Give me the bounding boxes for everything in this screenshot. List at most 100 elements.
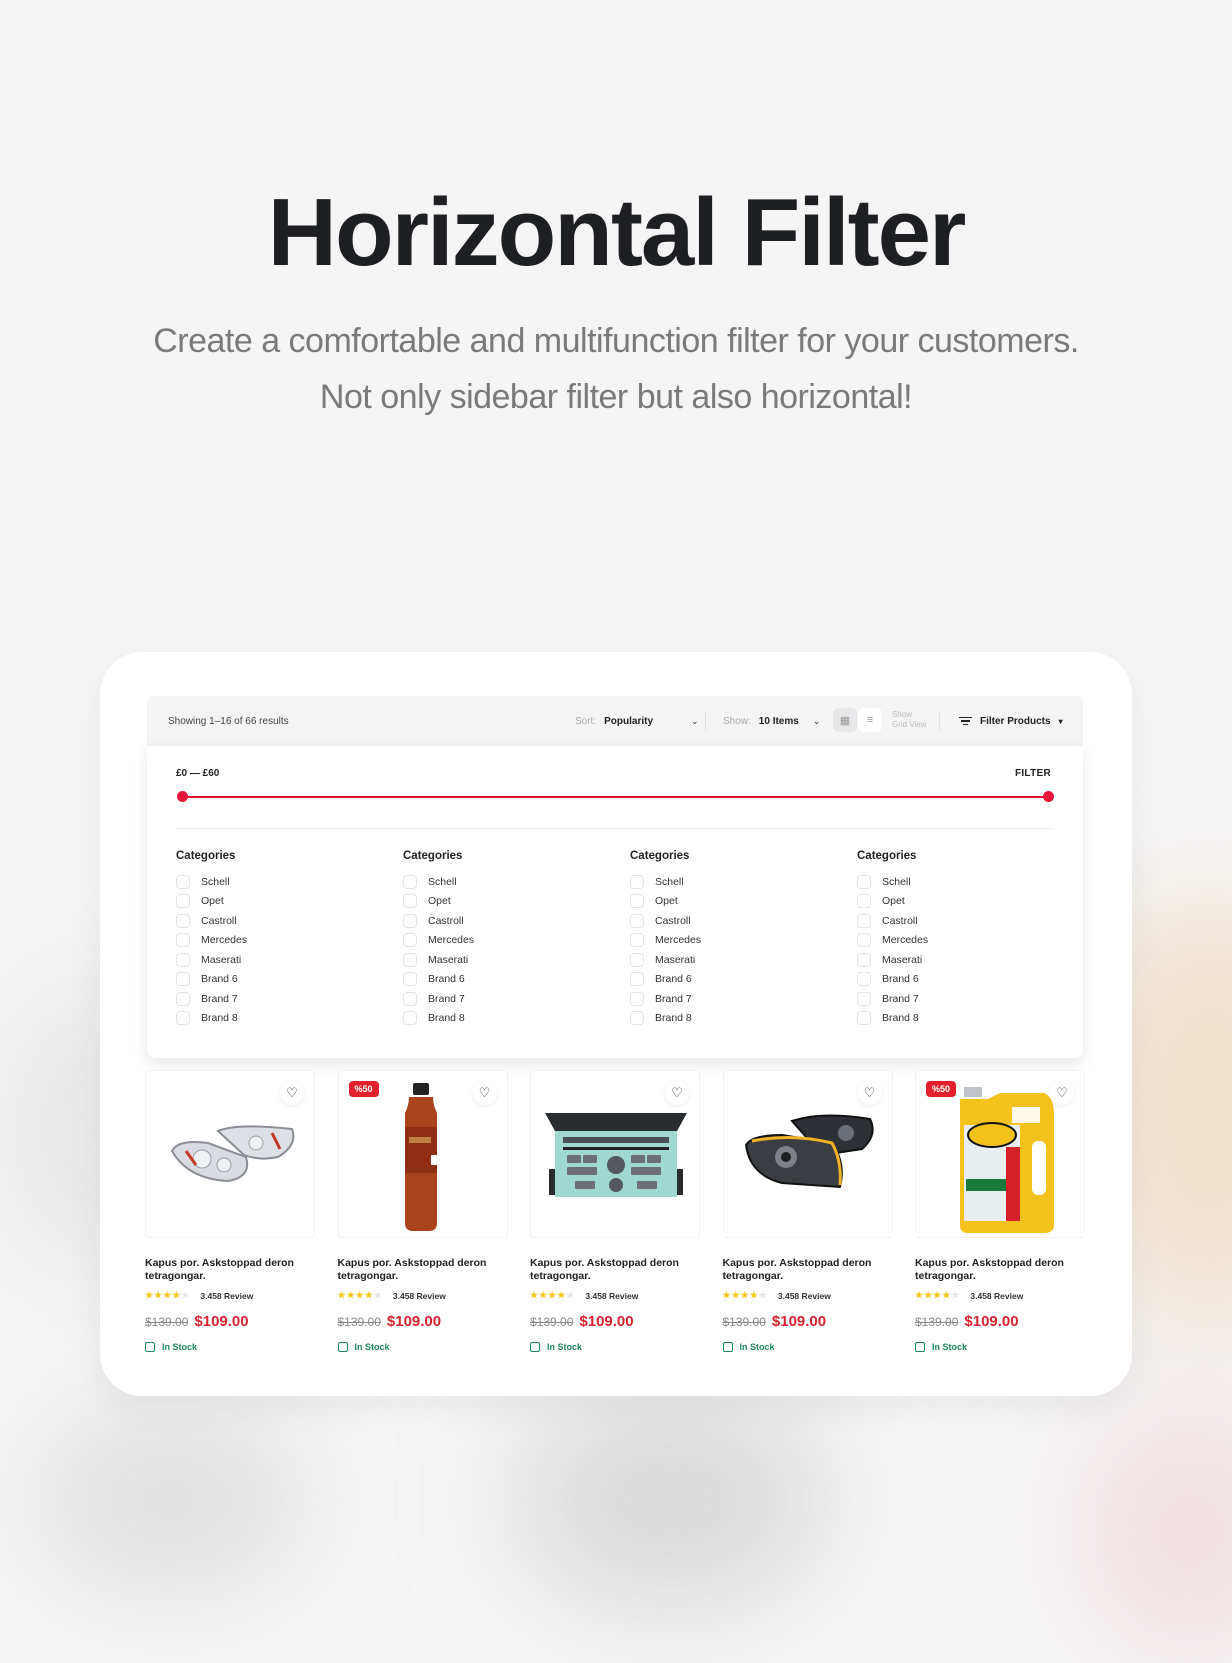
checkbox[interactable] — [176, 972, 190, 987]
checkbox[interactable] — [176, 1011, 190, 1026]
category-option[interactable]: Schell — [176, 872, 376, 892]
price-slider-min-handle[interactable] — [177, 791, 188, 802]
product-card[interactable]: %50 ♡ Kapus por. Askstoppad deron tetrag… — [337, 1070, 508, 1352]
checkbox[interactable] — [630, 894, 644, 909]
category-option[interactable]: Castroll — [857, 911, 1057, 931]
list-view-button[interactable]: ≡ — [858, 708, 882, 732]
product-image[interactable]: ♡ — [530, 1070, 700, 1238]
category-option[interactable]: Mercedes — [857, 931, 1057, 951]
wishlist-button[interactable]: ♡ — [472, 1081, 497, 1105]
product-rating: ★★★★★ 3.458 Review — [145, 1290, 315, 1301]
price-slider-max-handle[interactable] — [1043, 791, 1054, 802]
checkbox[interactable] — [857, 991, 871, 1006]
checkbox[interactable] — [176, 894, 190, 909]
wishlist-button[interactable]: ♡ — [1050, 1081, 1074, 1105]
checkbox[interactable] — [176, 952, 190, 967]
sort-select[interactable]: Sort: Popularity ⌄ — [575, 716, 699, 727]
category-option[interactable]: Brand 8 — [857, 1009, 1057, 1029]
show-value: 10 Items — [758, 715, 799, 727]
checkbox[interactable] — [857, 933, 871, 948]
filter-button[interactable]: FILTER — [1015, 768, 1051, 779]
category-option[interactable]: Brand 7 — [176, 989, 376, 1009]
checkbox[interactable] — [857, 874, 871, 889]
checkbox[interactable] — [857, 1011, 871, 1026]
price-slider-track[interactable] — [182, 796, 1048, 798]
product-image[interactable]: ♡ — [145, 1070, 315, 1238]
show-count-select[interactable]: Show: 10 Items ⌄ — [723, 716, 820, 727]
checkbox[interactable] — [630, 952, 644, 967]
product-image[interactable]: %50 ♡ — [915, 1070, 1085, 1238]
checkbox[interactable] — [630, 1011, 644, 1026]
grid-view-button[interactable]: ▦ — [833, 708, 857, 732]
category-option[interactable]: Brand 7 — [630, 989, 830, 1009]
category-option[interactable]: Brand 7 — [857, 989, 1057, 1009]
category-option[interactable]: Opet — [176, 892, 376, 912]
checkbox[interactable] — [403, 933, 417, 948]
category-option[interactable]: Schell — [630, 872, 830, 892]
product-card[interactable]: %50 ♡ Kapus por. Askstoppad deron tetrag… — [915, 1070, 1085, 1352]
category-option[interactable]: Maserati — [630, 950, 830, 970]
category-option[interactable]: Maserati — [857, 950, 1057, 970]
category-option[interactable]: Maserati — [176, 950, 376, 970]
category-option[interactable]: Brand 6 — [857, 970, 1057, 990]
checkbox[interactable] — [403, 991, 417, 1006]
checkbox[interactable] — [176, 991, 190, 1006]
category-option[interactable]: Mercedes — [630, 931, 830, 951]
product-card[interactable]: ♡ Kapus por. Askstoppad deron tetragonga… — [530, 1070, 700, 1352]
checkbox[interactable] — [176, 933, 190, 948]
product-image[interactable]: ♡ — [722, 1070, 893, 1238]
product-card[interactable]: ♡ Kapus por. Askstoppad deron tetragonga… — [145, 1070, 315, 1352]
checkbox[interactable] — [630, 913, 644, 928]
category-option-label: Brand 7 — [201, 992, 238, 1005]
wishlist-button[interactable]: ♡ — [857, 1081, 882, 1105]
checkbox[interactable] — [403, 894, 417, 909]
checkbox[interactable] — [857, 972, 871, 987]
category-option-label: Brand 8 — [201, 1012, 238, 1025]
checkbox[interactable] — [403, 913, 417, 928]
category-option[interactable]: Castroll — [630, 911, 830, 931]
category-option[interactable]: Mercedes — [176, 931, 376, 951]
checkbox[interactable] — [630, 991, 644, 1006]
filter-products-button[interactable]: Filter Products ▾ — [959, 715, 1063, 728]
checkbox[interactable] — [403, 972, 417, 987]
checkbox[interactable] — [403, 874, 417, 889]
category-option[interactable]: Schell — [857, 872, 1057, 892]
category-option[interactable]: Castroll — [176, 911, 376, 931]
category-option[interactable]: Castroll — [403, 911, 603, 931]
category-option[interactable]: Brand 8 — [176, 1009, 376, 1029]
product-name[interactable]: Kapus por. Askstoppad deron tetragongar. — [530, 1257, 700, 1283]
product-name[interactable]: Kapus por. Askstoppad deron tetragongar. — [723, 1257, 893, 1283]
product-image[interactable]: %50 ♡ — [337, 1070, 508, 1238]
category-option[interactable]: Mercedes — [403, 931, 603, 951]
checkbox[interactable] — [403, 952, 417, 967]
sale-price: $109.00 — [579, 1313, 634, 1330]
category-option[interactable]: Opet — [403, 892, 603, 912]
checkbox[interactable] — [857, 913, 871, 928]
checkbox[interactable] — [403, 1011, 417, 1026]
checkbox[interactable] — [176, 913, 190, 928]
checkbox[interactable] — [857, 894, 871, 909]
checkbox[interactable] — [630, 933, 644, 948]
product-name[interactable]: Kapus por. Askstoppad deron tetragongar. — [915, 1257, 1085, 1283]
checkbox[interactable] — [176, 874, 190, 889]
star-icon: ★ — [172, 1290, 182, 1300]
category-option[interactable]: Brand 7 — [403, 989, 603, 1009]
category-option[interactable]: Brand 6 — [403, 970, 603, 990]
product-card[interactable]: ♡ Kapus por. Askstoppad deron tetragonga… — [722, 1070, 893, 1352]
checkbox[interactable] — [630, 874, 644, 889]
category-option[interactable]: Brand 8 — [630, 1009, 830, 1029]
category-option[interactable]: Schell — [403, 872, 603, 892]
category-option[interactable]: Brand 8 — [403, 1009, 603, 1029]
checkbox[interactable] — [630, 972, 644, 987]
category-option[interactable]: Opet — [857, 892, 1057, 912]
category-option[interactable]: Brand 6 — [630, 970, 830, 990]
wishlist-button[interactable]: ♡ — [280, 1081, 304, 1105]
category-option[interactable]: Maserati — [403, 950, 603, 970]
category-option[interactable]: Opet — [630, 892, 830, 912]
wishlist-button[interactable]: ♡ — [665, 1081, 689, 1105]
checkbox[interactable] — [857, 952, 871, 967]
category-option[interactable]: Brand 6 — [176, 970, 376, 990]
star-icon: ★ — [181, 1290, 191, 1300]
product-name[interactable]: Kapus por. Askstoppad deron tetragongar. — [338, 1257, 508, 1283]
product-name[interactable]: Kapus por. Askstoppad deron tetragongar. — [145, 1257, 315, 1283]
